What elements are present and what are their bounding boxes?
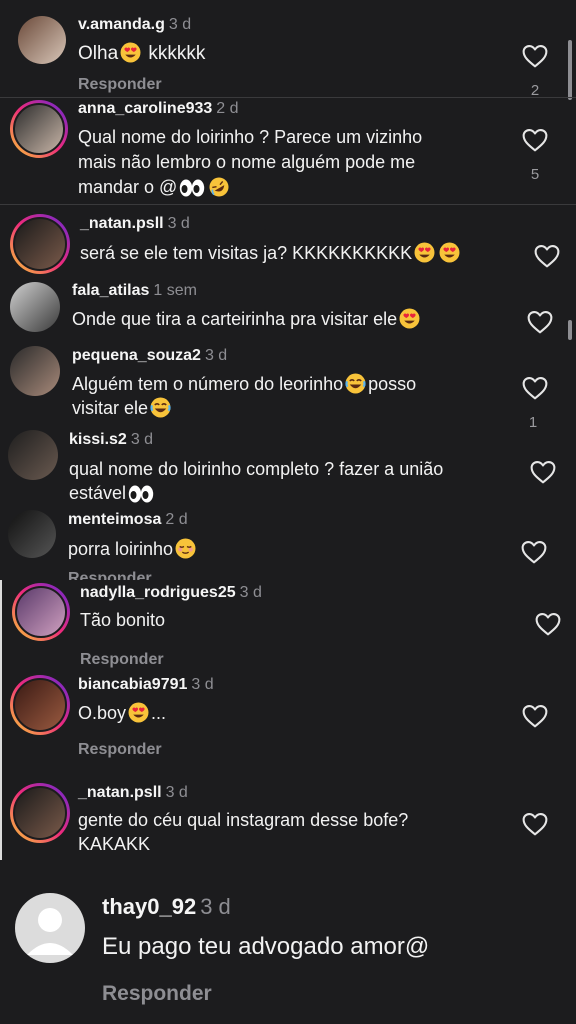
- like-icon[interactable]: [534, 244, 560, 268]
- avatar[interactable]: [10, 675, 70, 735]
- like-icon[interactable]: [522, 376, 548, 400]
- joy-emoji: [345, 373, 366, 394]
- reply-button[interactable]: Responder: [80, 651, 164, 669]
- relieved-emoji: [175, 538, 196, 559]
- comment-time: 3 d: [204, 347, 228, 364]
- default-avatar-icon: [27, 908, 73, 955]
- like-icon[interactable]: [522, 44, 548, 68]
- comment-time: 2 d: [216, 100, 239, 117]
- comment-text: será se ele tem visitas ja? KKKKKKKKKK: [80, 242, 462, 264]
- divider: [0, 204, 576, 205]
- joy-emoji: [150, 397, 171, 418]
- heart-eyes-emoji: [439, 242, 460, 263]
- comment-text: porra loirinho: [68, 538, 198, 560]
- rofl-emoji: [209, 177, 229, 197]
- comment-time: 3 d: [130, 431, 154, 448]
- comment-username[interactable]: kissi.s2 3 d: [69, 431, 153, 449]
- avatar[interactable]: [10, 346, 60, 396]
- like-icon[interactable]: [522, 704, 548, 728]
- like-icon[interactable]: [521, 540, 547, 564]
- avatar[interactable]: [8, 510, 56, 558]
- scrollbar[interactable]: [568, 40, 572, 100]
- comment-text: Onde que tira a carteirinha pra visitar …: [72, 308, 422, 330]
- like-icon[interactable]: [530, 460, 556, 484]
- scrollbar-secondary: [568, 320, 572, 340]
- comment-time: 1 sem: [153, 282, 197, 299]
- avatar[interactable]: [18, 16, 66, 64]
- like-count: 1: [528, 414, 538, 431]
- comment-username[interactable]: nadylla_rodrigues25 3 d: [80, 584, 262, 602]
- heart-eyes-emoji: [120, 42, 141, 63]
- comment-username[interactable]: _natan.psll 3 d: [80, 215, 190, 233]
- avatar[interactable]: [10, 100, 68, 158]
- like-icon[interactable]: [535, 612, 561, 636]
- like-icon[interactable]: [527, 310, 553, 334]
- thread-line: [0, 580, 2, 860]
- comment-text: Qual nome do loirinho ? Parece um vizinh…: [78, 125, 422, 200]
- comment-text: Eu pago teu advogado amor@: [102, 933, 430, 960]
- avatar[interactable]: [10, 214, 70, 274]
- eyes-emoji: [179, 179, 205, 197]
- comment-text: O.boy...: [78, 702, 167, 723]
- reply-button[interactable]: Responder: [78, 741, 162, 759]
- heart-eyes-emoji: [399, 308, 420, 329]
- comment-username[interactable]: _natan.psll 3 d: [78, 784, 188, 802]
- comment-username[interactable]: menteimosa 2 d: [68, 511, 188, 529]
- comment-time: 3 d: [200, 894, 231, 919]
- comment-username[interactable]: anna_caroline933 2 d: [78, 100, 239, 118]
- heart-eyes-emoji: [128, 702, 149, 723]
- comment-time: 3 d: [168, 16, 192, 33]
- avatar[interactable]: [10, 282, 60, 332]
- avatar[interactable]: [10, 783, 70, 843]
- reply-button[interactable]: Responder: [68, 570, 152, 580]
- comment-text: qual nome do loirinho completo ? fazer a…: [69, 459, 444, 503]
- like-count: 5: [530, 166, 540, 183]
- comment-time: 3 d: [191, 676, 214, 693]
- heart-eyes-emoji: [414, 242, 435, 263]
- comment-text: gente do céu qual instagram desse bofe? …: [78, 810, 409, 854]
- comment-time: 3 d: [167, 215, 190, 232]
- comment-text: Tão bonito: [80, 610, 166, 630]
- comment-time: 2 d: [165, 511, 188, 528]
- avatar[interactable]: [12, 583, 70, 641]
- comment-username[interactable]: v.amanda.g 3 d: [78, 16, 191, 34]
- comment-time: 3 d: [165, 784, 188, 801]
- like-icon[interactable]: [522, 812, 548, 836]
- divider: [0, 97, 576, 98]
- avatar[interactable]: [8, 430, 58, 480]
- comment-text: Alguém tem o número do leorinho posso vis…: [72, 373, 417, 418]
- eyes-emoji: [128, 485, 154, 503]
- comment-username[interactable]: biancabia9791 3 d: [78, 676, 214, 694]
- comment-username[interactable]: thay0_92 3 d: [102, 894, 231, 920]
- reply-button[interactable]: Responder: [78, 76, 162, 94]
- comment-time: 3 d: [239, 584, 262, 601]
- comment-username[interactable]: pequena_souza2 3 d: [72, 347, 227, 365]
- reply-button[interactable]: Responder: [102, 982, 212, 1006]
- avatar[interactable]: [15, 893, 85, 963]
- like-icon[interactable]: [522, 128, 548, 152]
- comment-username[interactable]: fala_atilas 1 sem: [72, 282, 197, 300]
- comment-text: Olha kkkkkk: [78, 42, 206, 64]
